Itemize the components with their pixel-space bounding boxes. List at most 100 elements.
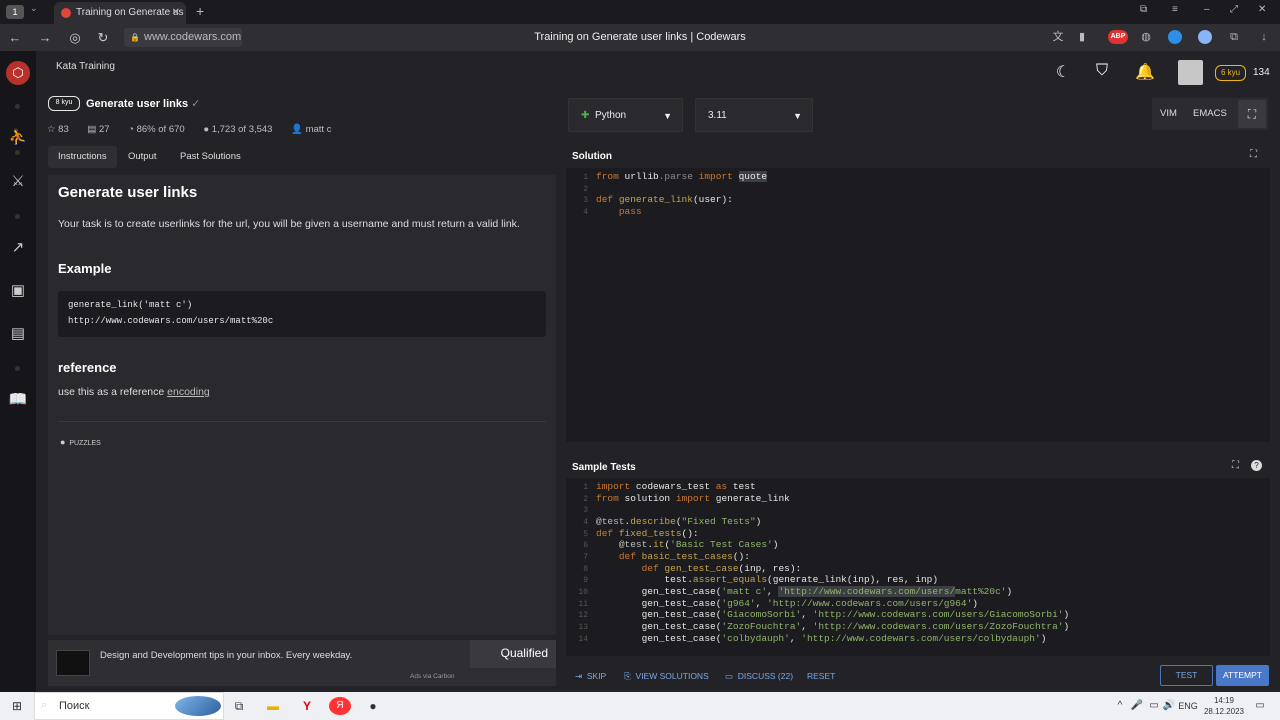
browser-tab[interactable]: Training on Generate us ✕: [54, 2, 186, 24]
language-select[interactable]: ✚ Python ▼: [568, 98, 683, 132]
kyu-badge: 8 kyu: [48, 96, 80, 111]
help-icon[interactable]: ?: [1251, 460, 1262, 471]
rank-badge[interactable]: 6 kyu: [1215, 65, 1246, 81]
file-explorer-icon[interactable]: ▬: [262, 692, 284, 720]
adblock-icon[interactable]: ABP: [1108, 30, 1128, 44]
taskbar-search[interactable]: ⌕ Поиск: [34, 692, 224, 720]
view-solutions-button[interactable]: ⎘ VIEW SOLUTIONS: [624, 669, 709, 683]
skip-label: SKIP: [586, 671, 607, 681]
clock-time: 14:19: [1213, 696, 1235, 705]
menu-icon[interactable]: ≡: [1172, 4, 1178, 15]
tag-puzzles[interactable]: ● PUZZLES: [60, 437, 101, 447]
clock[interactable]: 14:19 28.12.2023: [1202, 695, 1246, 717]
minimize-icon[interactable]: –: [1204, 4, 1210, 15]
tests-code[interactable]: import codewars_test as test from soluti…: [596, 481, 1069, 644]
translate-icon[interactable]: 文: [1048, 24, 1068, 51]
docs-icon[interactable]: 📖: [6, 390, 30, 408]
discord-icon[interactable]: ▣: [6, 281, 30, 299]
carbon-ad[interactable]: Design and Development tips in your inbo…: [48, 640, 556, 686]
sample-tests-editor[interactable]: 1 2 3 4 5 6 7 8 9 10 11 12 13 14 import codewars_test…: [566, 478, 1270, 656]
bookmarks-icon[interactable]: ⧉: [1140, 4, 1147, 15]
protect-icon[interactable]: ◎: [64, 24, 86, 51]
left-nav: [0, 51, 36, 692]
nav-dot: [15, 150, 20, 155]
nav-dot: [15, 366, 20, 371]
trending-icon[interactable]: ↗: [6, 238, 30, 256]
new-tab-icon[interactable]: +: [196, 3, 204, 19]
nav-dot: [15, 104, 20, 109]
globe-icon[interactable]: ◍: [1136, 24, 1156, 51]
download-icon[interactable]: ↓: [1254, 24, 1274, 51]
yandex-icon[interactable]: Y: [296, 692, 318, 720]
url-text: www.codewars.com: [144, 31, 242, 43]
back-icon[interactable]: ←: [4, 24, 26, 51]
emacs-button[interactable]: EMACS: [1193, 98, 1227, 130]
search-placeholder: Поиск: [59, 700, 90, 712]
notification-center-icon[interactable]: ▭: [1250, 692, 1270, 720]
completed-value: 1,723 of 3,543: [211, 124, 273, 135]
test-button[interactable]: TEST: [1160, 665, 1213, 686]
network-icon[interactable]: ▭: [1146, 692, 1162, 720]
avatar[interactable]: [1178, 60, 1203, 85]
author-stat[interactable]: 👤 matt c: [291, 124, 339, 135]
bookmark-icon[interactable]: ⛉: [1091, 62, 1113, 80]
close-window-icon[interactable]: ✕: [1258, 4, 1266, 15]
chat-icon[interactable]: ▤: [6, 324, 30, 342]
tab-past-solutions[interactable]: Past Solutions: [170, 146, 251, 168]
search-icon: ⌕: [41, 699, 48, 711]
extension-icon[interactable]: [1168, 30, 1182, 44]
training-icon[interactable]: ⛹: [6, 128, 30, 146]
practice-icon[interactable]: ⚔: [6, 172, 30, 190]
chevron-down-icon[interactable]: ⌄: [30, 3, 38, 14]
reference-label: use this as a reference: [58, 386, 165, 398]
codewars-logo-icon[interactable]: ⬡: [6, 61, 30, 85]
tab-instructions[interactable]: Instructions: [48, 146, 117, 168]
skip-button[interactable]: ⇥ SKIP: [575, 669, 606, 683]
notifications-icon[interactable]: 🔔: [1134, 62, 1156, 82]
chevron-down-icon: ▼: [663, 111, 672, 121]
collections-icon[interactable]: ⧉: [1224, 24, 1244, 51]
solution-editor[interactable]: 1234 from urllib.parse import quote def …: [566, 168, 1270, 442]
ad-text: Design and Development tips in your inbo…: [100, 650, 353, 661]
close-icon[interactable]: ✕: [172, 2, 180, 24]
expand-icon[interactable]: ⛶: [1250, 149, 1257, 160]
tab-output[interactable]: Output: [118, 146, 167, 168]
volume-icon[interactable]: 🔊: [1162, 692, 1176, 720]
kata-title: Generate user links ✓: [86, 97, 200, 110]
task-view-icon[interactable]: ⧉: [228, 692, 250, 720]
microphone-icon[interactable]: 🎤: [1130, 692, 1144, 720]
tray-chevron-icon[interactable]: ^: [1112, 692, 1128, 720]
codewars-favicon-icon: [61, 8, 71, 18]
reset-button[interactable]: RESET: [807, 669, 835, 683]
lock-icon: 🔒: [130, 33, 140, 42]
stars-count: 83: [58, 124, 69, 135]
browser-tab-bar: [0, 0, 1280, 24]
yandex-browser-icon[interactable]: Я: [329, 697, 351, 715]
description-panel: [48, 175, 556, 635]
reference-text: use this as a reference encoding: [58, 386, 210, 398]
bookmark-icon[interactable]: ▮: [1072, 24, 1092, 51]
version-select[interactable]: 3.11 ▼: [695, 98, 813, 132]
example-heading: Example: [58, 261, 112, 276]
ad-via[interactable]: Ads via Carbon: [410, 673, 454, 680]
stars-stat[interactable]: ☆ 83: [47, 124, 77, 135]
tab-counter[interactable]: 1: [6, 5, 24, 19]
extension-icon[interactable]: [1198, 30, 1212, 44]
expand-icon[interactable]: ⛶: [1232, 460, 1239, 471]
app-icon[interactable]: ●: [362, 692, 384, 720]
url-field[interactable]: 🔒 www.codewars.com: [124, 28, 242, 47]
whale-icon: [175, 696, 221, 716]
reload-icon[interactable]: ↻: [92, 24, 114, 51]
discuss-button[interactable]: ▭ DISCUSS (22): [725, 669, 793, 683]
collections-stat[interactable]: ▤ 27: [87, 124, 117, 135]
fullscreen-icon[interactable]: ⛶: [1238, 100, 1266, 128]
dark-mode-icon[interactable]: ☾: [1052, 62, 1074, 82]
encoding-link[interactable]: encoding: [167, 386, 210, 398]
forward-icon[interactable]: →: [34, 24, 56, 51]
attempt-button[interactable]: ATTEMPT: [1216, 665, 1269, 686]
solution-code[interactable]: from urllib.parse import quote def gener…: [596, 171, 768, 217]
windows-start-icon[interactable]: ⊞: [4, 692, 30, 720]
vim-button[interactable]: VIM: [1160, 98, 1177, 130]
keyboard-language[interactable]: ENG: [1178, 692, 1198, 720]
maximize-icon[interactable]: ⤢: [1230, 4, 1238, 15]
